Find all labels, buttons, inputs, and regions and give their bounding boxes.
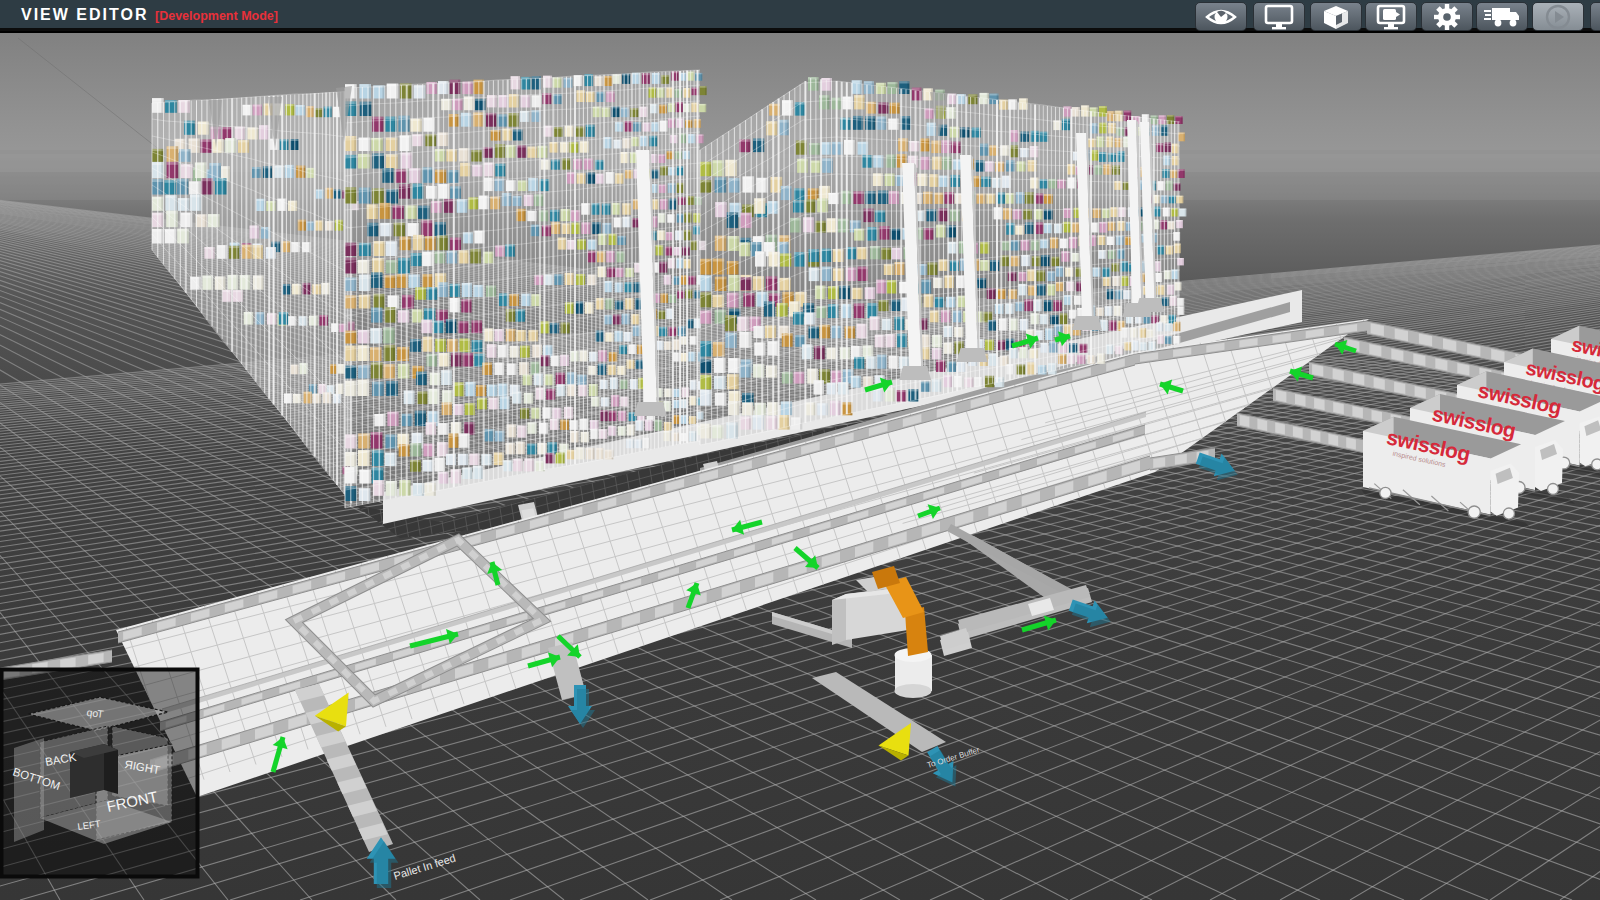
- svg-text:Top: Top: [86, 706, 105, 720]
